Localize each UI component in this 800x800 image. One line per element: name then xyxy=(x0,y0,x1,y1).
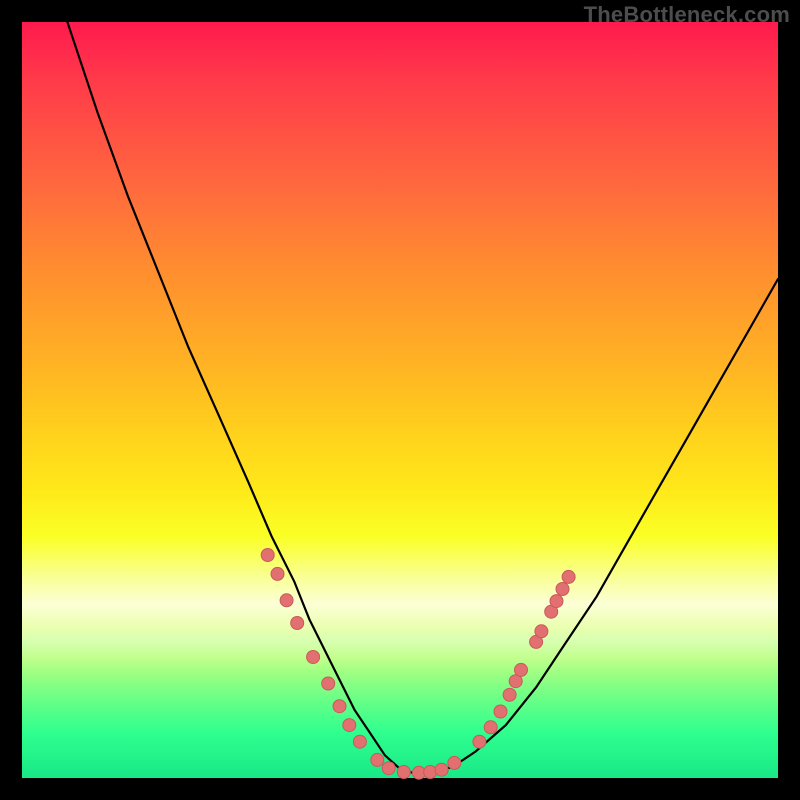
data-dot xyxy=(473,735,486,748)
data-dot xyxy=(333,700,346,713)
data-dot xyxy=(382,762,395,775)
watermark-text: TheBottleneck.com xyxy=(584,2,790,28)
data-dot xyxy=(535,625,548,638)
plot-area xyxy=(22,22,778,778)
data-dot xyxy=(280,594,293,607)
data-dot xyxy=(322,677,335,690)
data-dot xyxy=(307,651,320,664)
data-dot xyxy=(515,663,528,676)
data-dot xyxy=(503,688,516,701)
data-dot xyxy=(397,766,410,779)
data-dot xyxy=(562,570,575,583)
data-dot xyxy=(556,583,569,596)
data-dot xyxy=(261,549,274,562)
data-dot xyxy=(353,735,366,748)
data-dot xyxy=(448,756,461,769)
data-dot xyxy=(371,753,384,766)
data-dot xyxy=(484,721,497,734)
data-dot xyxy=(291,617,304,630)
data-dot xyxy=(550,595,563,608)
bottleneck-curve xyxy=(67,22,778,774)
outer-frame: TheBottleneck.com xyxy=(0,0,800,800)
data-dot xyxy=(424,766,437,779)
data-dot xyxy=(271,567,284,580)
data-dots xyxy=(261,549,575,780)
data-dot xyxy=(494,705,507,718)
chart-svg xyxy=(22,22,778,778)
data-dot xyxy=(435,763,448,776)
data-dot xyxy=(343,719,356,732)
